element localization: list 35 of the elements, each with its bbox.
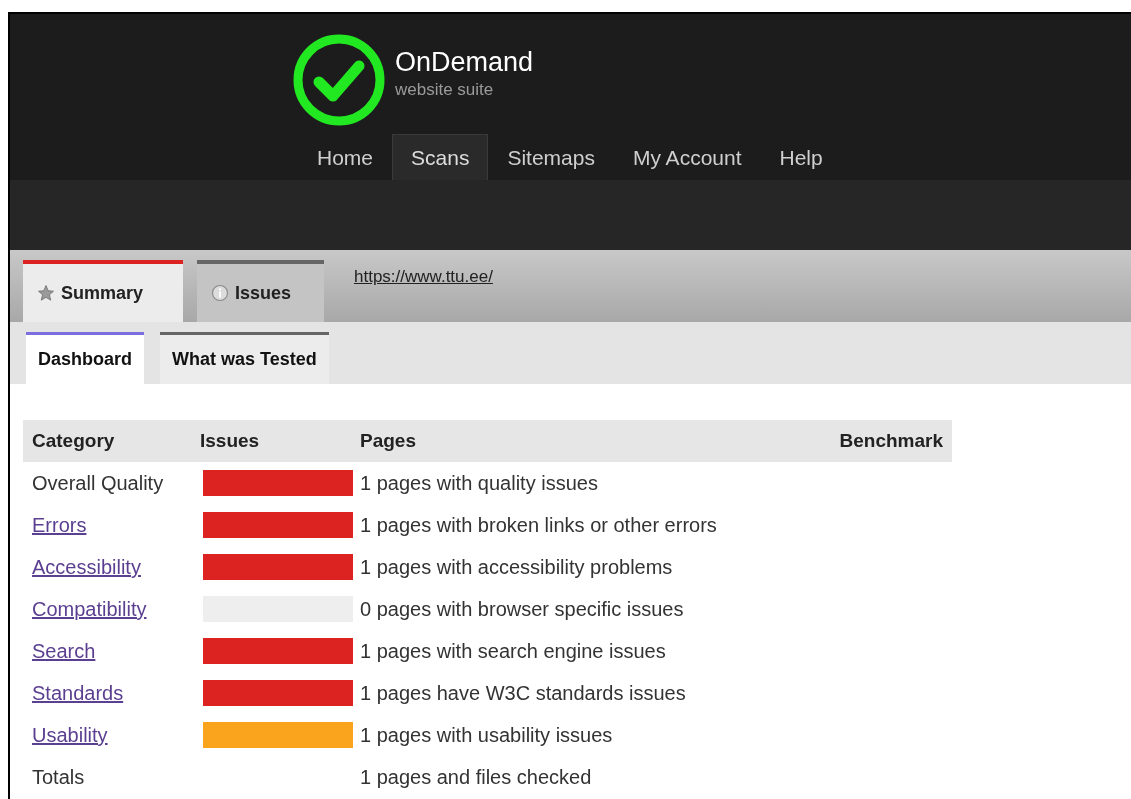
info-icon <box>211 284 229 302</box>
pages-text: 0 pages with browser specific issues <box>360 597 684 622</box>
sub-tab[interactable]: Dashboard <box>26 332 145 384</box>
category-link[interactable]: Usability <box>32 724 108 746</box>
column-header: Category <box>31 428 116 453</box>
category-label: Totals <box>32 766 85 788</box>
category-link[interactable]: Search <box>32 640 96 662</box>
tab[interactable]: Issues <box>197 260 324 322</box>
star-icon <box>37 284 55 302</box>
sub-tab[interactable]: What was Tested <box>160 332 329 384</box>
column-header: Issues <box>200 428 261 453</box>
brand-title: OnDemand <box>395 45 534 79</box>
category-link[interactable]: Standards <box>32 682 124 704</box>
nav-tab[interactable]: Help <box>760 134 842 180</box>
category-link[interactable]: Errors <box>32 514 87 536</box>
nav-tab[interactable]: Scans <box>392 134 489 180</box>
pages-text: 1 pages with search engine issues <box>360 639 666 664</box>
nav-tab[interactable]: Sitemaps <box>488 134 614 180</box>
pages-text: 1 pages with accessibility problems <box>360 555 673 580</box>
tab[interactable]: Summary <box>23 260 183 322</box>
checkmark-logo-icon <box>293 34 385 126</box>
category-link[interactable]: Accessibility <box>32 556 141 578</box>
pages-text: 1 pages with usability issues <box>360 723 613 748</box>
pages-text: 1 pages and files checked <box>360 765 592 790</box>
column-header: Pages <box>360 428 417 453</box>
brand-subtitle: website suite <box>395 79 495 101</box>
url-link[interactable]: https://www.ttu.ee/ <box>354 264 493 290</box>
pages-text: 1 pages with quality issues <box>360 471 598 496</box>
category-link[interactable]: Compatibility <box>32 598 147 620</box>
pages-text: 1 pages with broken links or other errors <box>360 513 717 538</box>
category-label: Overall Quality <box>32 472 164 494</box>
column-header: Benchmark <box>839 428 944 453</box>
pages-text: 1 pages have W3C standards issues <box>360 681 686 706</box>
nav-tab[interactable]: My Account <box>613 134 761 180</box>
nav-tab[interactable]: Home <box>298 134 393 180</box>
